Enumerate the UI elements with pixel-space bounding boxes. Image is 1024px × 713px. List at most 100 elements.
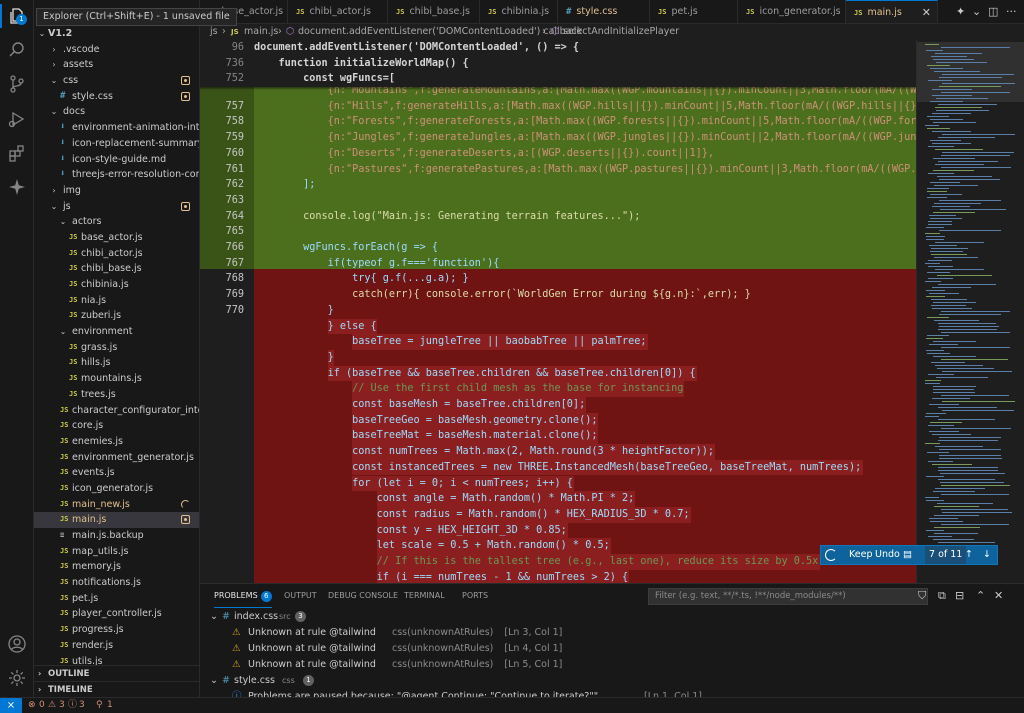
file-item[interactable]: JS player_controller.js: [34, 606, 199, 622]
removed-code-line[interactable]: const numTrees = Math.max(2, Math.round(…: [200, 444, 916, 460]
code-line[interactable]: 770 }: [200, 303, 916, 319]
copilot-icon[interactable]: ✦: [956, 5, 965, 18]
problem-item[interactable]: ⚠ Unknown at rule @tailwind css(unknownAtR…: [200, 657, 1024, 673]
error-icon[interactable]: ⊗: [28, 698, 36, 713]
breadcrumb-symbol[interactable]: selectAndInitializePlayer: [563, 24, 679, 40]
tab-main-js[interactable]: JS main.js ✕: [846, 0, 938, 23]
code-line[interactable]: 768 try{ g.f(...g.a); }: [200, 271, 916, 287]
search-icon[interactable]: [7, 40, 27, 60]
info-icon[interactable]: ⓘ: [68, 698, 77, 713]
panel-tab-output[interactable]: OUTPUT: [284, 584, 317, 608]
folder-item[interactable]: ⌄ docs: [34, 104, 199, 120]
code-line[interactable]: 764 console.log("Main.js: Generating ter…: [200, 209, 916, 225]
copilot-icon[interactable]: [7, 177, 27, 197]
folder-item[interactable]: ⌄ css: [34, 73, 199, 89]
file-item[interactable]: JS chibinia.js: [34, 277, 199, 293]
extensions-icon[interactable]: [7, 143, 27, 163]
removed-code-line[interactable]: const y = HEX_HEIGHT_3D * 0.85;: [200, 522, 916, 539]
file-item[interactable]: ≡ main.js.backup: [34, 528, 199, 544]
arrow-down-icon[interactable]: ↓: [983, 546, 991, 564]
file-item[interactable]: JS base_actor.js: [34, 230, 199, 246]
minimap-slider[interactable]: [917, 42, 1024, 102]
code-line[interactable]: 761 {n:"Pastures",f:generatePastures,a:[…: [200, 162, 916, 178]
file-item[interactable]: JS icon_generator.js: [34, 481, 199, 497]
file-item[interactable]: JS main_new.js: [34, 497, 199, 513]
warning-count[interactable]: 3: [59, 698, 65, 713]
panel-tab-ports[interactable]: PORTS: [462, 584, 488, 608]
file-item[interactable]: JS events.js: [34, 465, 199, 481]
file-item[interactable]: JS zuberi.js: [34, 308, 199, 324]
code-line[interactable]: 758 {n:"Forests",f:generateForests,a:[Ma…: [200, 114, 916, 130]
problems-filter-input[interactable]: Filter (e.g. text, **/*.ts, !**/node_mod…: [648, 588, 928, 605]
keep-button[interactable]: Keep: [849, 546, 872, 564]
file-item[interactable]: JS render.js: [34, 638, 199, 654]
arrow-up-icon[interactable]: ↑: [965, 546, 973, 564]
removed-code-line[interactable]: baseTreeGeo = baseMesh.geometry.clone();: [200, 412, 916, 429]
close-panel-icon[interactable]: ✕: [994, 589, 1003, 602]
file-item[interactable]: JS core.js: [34, 418, 199, 434]
removed-code-line[interactable]: baseTreeMat = baseMesh.material.clone();: [200, 428, 916, 445]
problem-item[interactable]: ⚠ Unknown at rule @tailwind css(unknownAtR…: [200, 641, 1024, 657]
folder-item[interactable]: ⌄ actors: [34, 214, 199, 230]
code-line[interactable]: 757 {n:"Hills",f:generateHills,a:[Math.m…: [200, 99, 916, 115]
source-control-icon[interactable]: [7, 74, 27, 94]
problem-file-group[interactable]: ⌄ # index.css src 3: [200, 609, 1024, 625]
sticky-scroll-line[interactable]: 752 const wgFuncs=[: [200, 71, 916, 88]
problem-file-group[interactable]: ⌄ # style.css css 1: [200, 673, 1024, 689]
diff-view-icon[interactable]: ▤: [903, 546, 912, 564]
file-item[interactable]: JS memory.js: [34, 559, 199, 575]
code-line[interactable]: 763: [200, 193, 916, 209]
removed-code-line[interactable]: if (baseTree && baseTree.children && bas…: [200, 365, 916, 382]
collapse-all-icon[interactable]: ⊟: [955, 589, 964, 602]
tab-chibinia-js[interactable]: JS chibinia.js: [480, 0, 558, 23]
file-item[interactable]: ⬇ threejs-error-resolution-compl...: [34, 167, 199, 183]
file-item[interactable]: JS nia.js: [34, 293, 199, 309]
warning-icon[interactable]: ⚠: [48, 698, 56, 713]
breadcrumb-folder[interactable]: js: [210, 24, 218, 40]
removed-code-line[interactable]: const baseMesh = baseTree.children[0];: [200, 397, 916, 413]
account-icon[interactable]: [7, 634, 27, 654]
file-item[interactable]: JS chibi_base.js: [34, 261, 199, 277]
filter-icon[interactable]: ⛉: [918, 589, 926, 603]
file-item[interactable]: JS trees.js: [34, 387, 199, 403]
manage-gear-icon[interactable]: [7, 668, 27, 688]
removed-code-line[interactable]: const radius = Math.random() * HEX_RADIU…: [200, 506, 916, 523]
code-line[interactable]: 765: [200, 224, 916, 240]
chevron-down-icon[interactable]: ⌄: [972, 5, 981, 18]
error-count[interactable]: 0: [39, 698, 45, 713]
file-item[interactable]: JS environment_generator.js: [34, 450, 199, 466]
outline-section[interactable]: › OUTLINE: [34, 665, 199, 681]
removed-code-line[interactable]: const angle = Math.random() * Math.PI * …: [200, 491, 916, 507]
file-item[interactable]: JS enemies.js: [34, 434, 199, 450]
close-icon[interactable]: ✕: [922, 1, 931, 23]
tab-icon-generator-js[interactable]: JS icon_generator.js: [738, 0, 846, 23]
file-item[interactable]: JS hills.js: [34, 355, 199, 371]
split-editor-icon[interactable]: ◫: [988, 5, 998, 18]
file-item[interactable]: JScharacter_configurator_integra...: [34, 403, 199, 419]
file-item[interactable]: JS pet.js: [34, 591, 199, 607]
code-line[interactable]: 759 {n:"Jungles",f:generateJungles,a:[Ma…: [200, 130, 916, 146]
tab-chibi-actor-js[interactable]: JS chibi_actor.js: [288, 0, 388, 23]
code-line[interactable]: 767 if(typeof g.f==='function'){: [200, 256, 916, 272]
removed-code-line[interactable]: // If this is the tallest tree (e.g., la…: [200, 554, 916, 570]
removed-code-line[interactable]: let scale = 0.5 + Math.random() * 0.5;: [200, 538, 916, 554]
file-item[interactable]: # style.css: [34, 89, 199, 105]
code-line[interactable]: 769 catch(err){ console.error(`WorldGen …: [200, 287, 916, 303]
file-item[interactable]: ⬇ icon-replacement-summary.md: [34, 136, 199, 152]
folder-item[interactable]: › img: [34, 183, 199, 199]
info-count[interactable]: 3: [79, 698, 85, 713]
breadcrumb-file[interactable]: main.js: [244, 24, 278, 40]
panel-tab-debug-console[interactable]: DEBUG CONSOLE: [328, 584, 398, 608]
maximize-panel-icon[interactable]: ⌃: [976, 589, 985, 602]
code-line[interactable]: 760 {n:"Deserts",f:generateDeserts,a:[(W…: [200, 146, 916, 162]
file-item[interactable]: ⬇ environment-animation-integr...: [34, 120, 199, 136]
file-item[interactable]: JS map_utils.js: [34, 544, 199, 560]
run-debug-icon[interactable]: [7, 109, 27, 129]
code-line[interactable]: 766 wgFuncs.forEach(g => {: [200, 240, 916, 256]
removed-code-line[interactable]: for (let i = 0; i < numTrees; i++) {: [200, 475, 916, 492]
tab-pet-js[interactable]: JS pet.js: [650, 0, 738, 23]
more-actions-icon[interactable]: ···: [1006, 5, 1017, 18]
code-line[interactable]: 762 ];: [200, 177, 916, 193]
tab-style-css[interactable]: # style.css: [558, 0, 650, 23]
file-item[interactable]: JS progress.js: [34, 622, 199, 638]
